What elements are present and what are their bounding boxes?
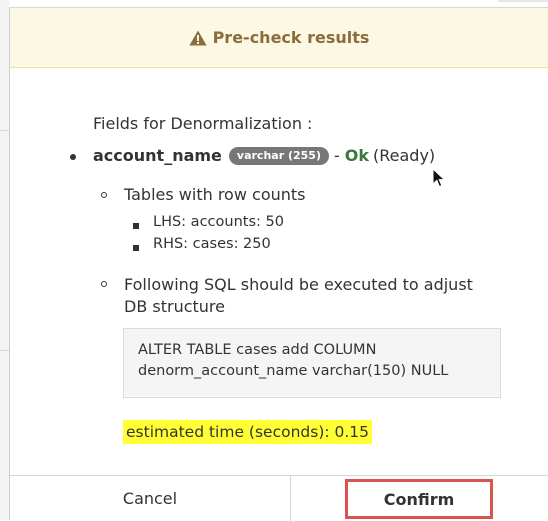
background-top-strip — [0, 0, 548, 6]
pre-check-dialog: Pre-check results Fields for Denormaliza… — [9, 7, 548, 521]
sql-line: denorm_account_name varchar(150) NULL — [138, 363, 449, 379]
sql-heading: Following SQL should be executed to adju… — [124, 275, 473, 316]
dialog-header: Pre-check results — [10, 8, 548, 68]
background-divider — [0, 350, 9, 351]
row-counts-heading: Tables with row counts — [124, 185, 306, 204]
dialog-body: Fields for Denormalization : account_nam… — [10, 68, 548, 475]
dialog-footer: Cancel Confirm — [10, 475, 548, 521]
field-item: account_name varchar (255) - Ok (Ready) — [93, 146, 435, 165]
section-title: Fields for Denormalization : — [93, 114, 313, 133]
square-bullet-icon — [133, 223, 139, 229]
field-name: account_name — [93, 146, 222, 165]
separator-dash: - — [333, 146, 340, 165]
type-badge: varchar (255) — [228, 146, 329, 165]
sql-statement-box: ALTER TABLE cases add COLUMN denorm_acco… — [123, 328, 501, 398]
circle-bullet-icon — [101, 281, 107, 287]
mouse-pointer-icon — [432, 168, 446, 188]
square-bullet-icon — [133, 245, 139, 251]
confirm-button[interactable]: Confirm — [345, 479, 493, 519]
warning-triangle-icon — [188, 30, 207, 45]
background-page-edge — [0, 0, 9, 520]
dialog-title: Pre-check results — [212, 28, 370, 47]
sql-line: ALTER TABLE cases add COLUMN — [138, 342, 377, 358]
row-count-item: RHS: cases: 250 — [153, 236, 271, 252]
bullet-icon — [70, 154, 76, 160]
row-count-item: LHS: accounts: 50 — [153, 214, 284, 230]
circle-bullet-icon — [101, 192, 107, 198]
cancel-button[interactable]: Cancel — [10, 476, 291, 521]
estimated-time: estimated time (seconds): 0.15 — [123, 420, 373, 444]
confirm-button-area: Confirm — [291, 476, 548, 521]
background-tab-indicator — [498, 0, 548, 2]
status-note: (Ready) — [373, 146, 436, 165]
background-divider — [0, 130, 9, 131]
status-ok: Ok — [344, 146, 370, 165]
